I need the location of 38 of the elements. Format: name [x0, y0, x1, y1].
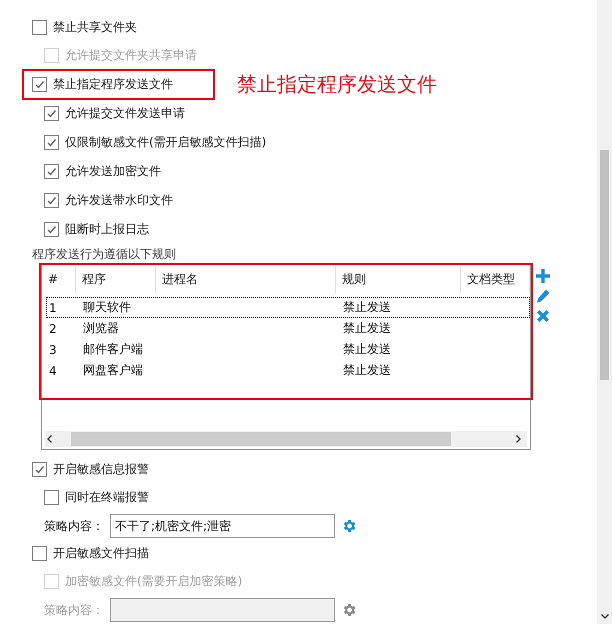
table-cell-text: 禁止发送 [342, 362, 392, 380]
column-header[interactable]: 进程名 [156, 265, 336, 294]
field-label: 策略内容： [44, 602, 104, 618]
checkbox-label: 加密敏感文件(需要开启加密策略) [65, 573, 242, 590]
column-header[interactable]: 程序 [76, 265, 156, 294]
table-cell-text: 邮件客户端 [82, 341, 144, 358]
checkbox-label: 开启敏感文件扫描 [53, 545, 149, 562]
table-cell-text: 2 [48, 320, 58, 338]
checkbox-label: 仅限制敏感文件(需开启敏感文件扫描) [65, 134, 266, 151]
column-header[interactable]: 文档类型 [461, 265, 530, 294]
checkbox-label: 阻断时上报日志 [65, 220, 149, 238]
checkbox-label: 允许发送带水印文件 [65, 192, 173, 209]
table-cell-text: 网盘客户端 [82, 362, 144, 380]
field-label: 策略内容： [44, 518, 104, 535]
table-row[interactable]: 2 浏览器 禁止发送 [46, 318, 530, 340]
checkbox-label: 同时在终端报警 [65, 489, 149, 506]
policy-field[interactable]: 不干了;机密文件;泄密 [110, 514, 335, 538]
table-cell-text: 4 [48, 362, 58, 380]
annotation-text: 禁止指定程序发送文件 [237, 70, 437, 98]
table-cell-text: 禁止发送 [342, 320, 392, 338]
table-row[interactable]: 4 网盘客户端 禁止发送 [46, 360, 530, 382]
checkbox-label: 禁止共享文件夹 [53, 18, 137, 36]
column-header[interactable]: 规则 [336, 265, 461, 294]
table-cell-text: 聊天软件 [82, 299, 132, 316]
table-cell-text: 禁止发送 [342, 299, 392, 316]
table-cell-text: 1 [48, 300, 58, 317]
table-cell-text: 禁止发送 [342, 341, 392, 358]
table-cell-text: 3 [48, 342, 58, 359]
checkbox-label: 允许提交文件发送申请 [65, 104, 185, 122]
table-cell-text: 浏览器 [82, 320, 120, 338]
checkbox-label: 允许提交文件夹共享申请 [65, 46, 197, 64]
checkbox-label: 开启敏感信息报警 [53, 461, 149, 478]
column-header[interactable]: # [42, 265, 76, 294]
checkbox-label: 禁止指定程序发送文件 [53, 76, 173, 93]
table-row[interactable]: 3 邮件客户端 禁止发送 [46, 339, 530, 360]
rules-caption: 程序发送行为遵循以下规则 [32, 246, 177, 263]
table-row[interactable]: 1 聊天软件 禁止发送 [46, 297, 530, 318]
checkbox-label: 允许发送加密文件 [65, 162, 161, 180]
